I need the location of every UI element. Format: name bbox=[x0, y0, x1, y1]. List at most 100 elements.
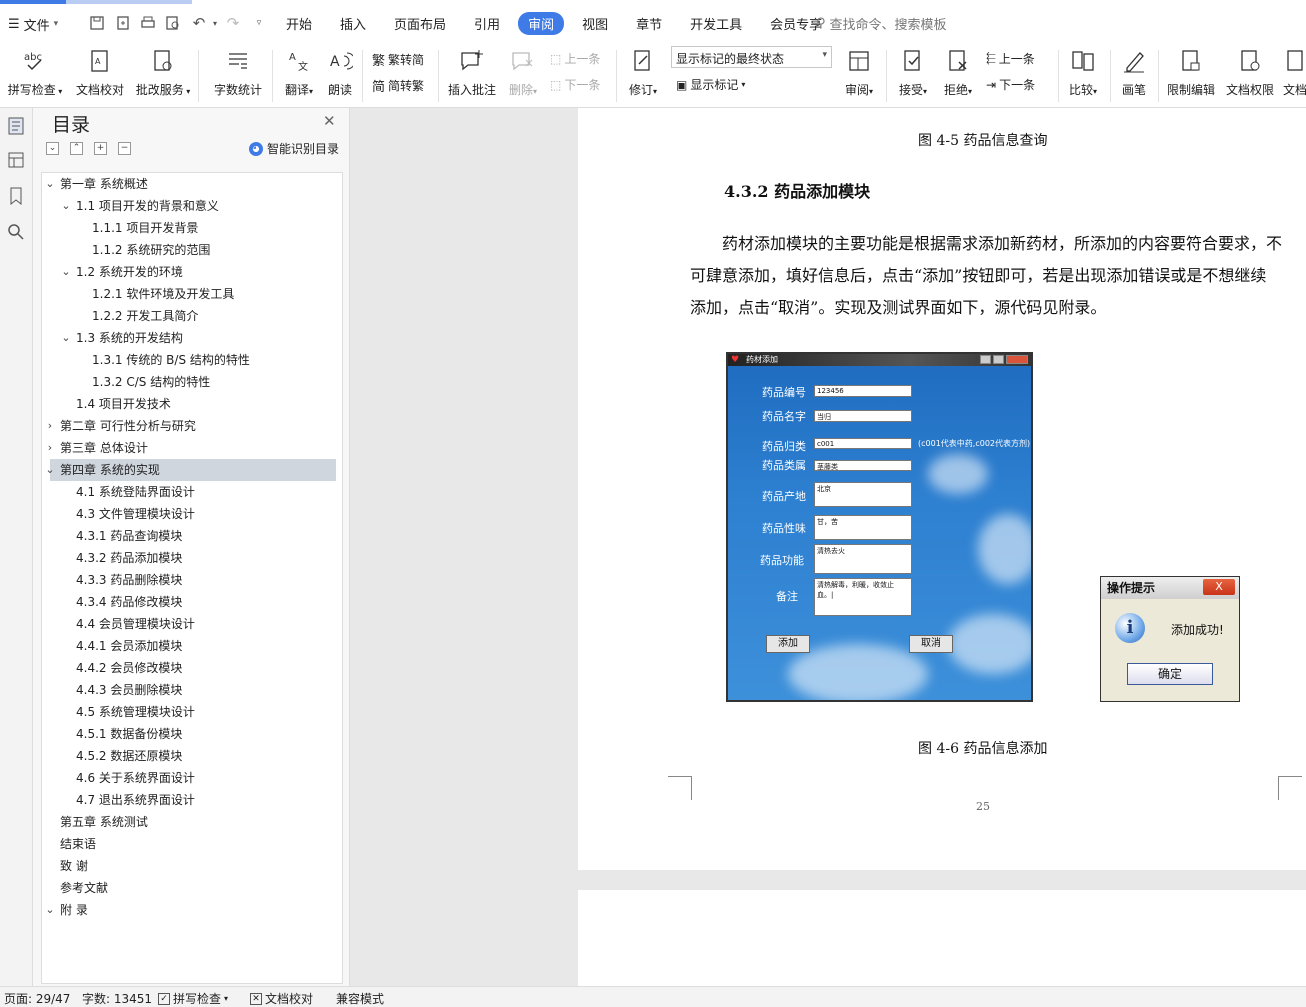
file-menu[interactable]: ☰ 文件 ▾ bbox=[8, 14, 58, 34]
simp-to-trad-button[interactable]: 简 简转繁 bbox=[372, 76, 424, 95]
toc-item[interactable]: 4.4.3 会员删除模块 bbox=[42, 679, 342, 701]
quick-access-more-icon[interactable]: ▿ bbox=[250, 14, 268, 32]
compare-button[interactable]: 比较▾ bbox=[1064, 46, 1102, 106]
revise-service-button[interactable]: 批改服务 ▾ bbox=[134, 46, 192, 106]
bookmark-icon[interactable] bbox=[6, 186, 26, 206]
toc-item[interactable]: 4.3.3 药品删除模块 bbox=[42, 569, 342, 591]
translate-button[interactable]: A文 翻译▾ bbox=[281, 46, 317, 106]
toc-item[interactable]: 4.7 退出系统界面设计 bbox=[42, 789, 342, 811]
toc-item[interactable]: 4.5.2 数据还原模块 bbox=[42, 745, 342, 767]
delete-comment-button[interactable]: 删除▾ bbox=[504, 46, 542, 106]
toc-item[interactable]: 4.6 关于系统界面设计 bbox=[42, 767, 342, 789]
export-pdf-icon[interactable] bbox=[114, 14, 132, 32]
chevron-down-icon[interactable]: ⌄ bbox=[44, 899, 56, 921]
tab-view[interactable]: 视图 bbox=[572, 12, 618, 35]
redo-icon[interactable]: ↷ bbox=[224, 14, 242, 32]
review-pane-button[interactable]: 审阅▾ bbox=[840, 46, 878, 106]
pen-button[interactable]: 画笔 bbox=[1118, 46, 1150, 106]
toc-item[interactable]: 4.5.1 数据备份模块 bbox=[42, 723, 342, 745]
toc-item[interactable]: › 第二章 可行性分析与研究 bbox=[42, 415, 342, 437]
page-indicator[interactable]: 页面: 29/47 bbox=[4, 990, 70, 1007]
print-icon[interactable] bbox=[139, 14, 157, 32]
command-search[interactable]: ⚲ 查找命令、搜索模板 bbox=[816, 14, 947, 33]
tab-review[interactable]: 审阅 bbox=[518, 11, 565, 35]
chevron-down-icon[interactable]: ⌄ bbox=[60, 327, 72, 349]
print-preview-icon[interactable] bbox=[164, 14, 182, 32]
tab-section[interactable]: 章节 bbox=[626, 12, 672, 35]
document-page[interactable]: 图 4-5 药品信息查询 4.3.2 药品添加模块 药材添加模块的主要功能是根据… bbox=[578, 108, 1306, 870]
close-icon[interactable]: ✕ bbox=[323, 112, 336, 130]
spell-check-button[interactable]: abc 拼写检查 ▾ bbox=[6, 46, 64, 106]
toc-item[interactable]: 1.1.2 系统研究的范围 bbox=[42, 239, 342, 261]
expand-up-icon[interactable]: ⌃ bbox=[70, 142, 83, 155]
insert-comment-button[interactable]: 插入批注 bbox=[446, 46, 498, 106]
tab-developer[interactable]: 开发工具 bbox=[680, 12, 752, 35]
toc-item[interactable]: ⌄ 1.1 项目开发的背景和意义 bbox=[42, 195, 342, 217]
toc-item[interactable]: 4.1 系统登陆界面设计 bbox=[42, 481, 342, 503]
smart-toc-button[interactable]: ◕ 智能识别目录 bbox=[249, 140, 339, 157]
next-change-button[interactable]: ⇥ 下一条 bbox=[986, 76, 1035, 93]
word-count-indicator[interactable]: 字数: 13451 bbox=[82, 990, 152, 1007]
toc-item[interactable]: 1.2.2 开发工具简介 bbox=[42, 305, 342, 327]
toc-item[interactable]: 1.3.2 C/S 结构的特性 bbox=[42, 371, 342, 393]
toc-item[interactable]: 4.3.2 药品添加模块 bbox=[42, 547, 342, 569]
undo-dropdown-icon[interactable]: ▾ bbox=[206, 14, 224, 32]
prev-change-button[interactable]: ⬱ 上一条 bbox=[986, 50, 1035, 67]
track-changes-button[interactable]: 修订▾ bbox=[624, 46, 662, 106]
add-heading-icon[interactable]: + bbox=[94, 142, 107, 155]
show-markup-button[interactable]: ▣ 显示标记 ▾ bbox=[676, 76, 745, 93]
toc-item[interactable]: ⌄ 1.2 系统开发的环境 bbox=[42, 261, 342, 283]
save-icon[interactable] bbox=[88, 14, 106, 32]
toc-item[interactable]: 1.3.1 传统的 B/S 结构的特性 bbox=[42, 349, 342, 371]
doc-proof-button[interactable]: A 文档校对 bbox=[74, 46, 126, 106]
document-page[interactable] bbox=[578, 890, 1306, 986]
toc-item[interactable]: 4.4.1 会员添加模块 bbox=[42, 635, 342, 657]
word-count-button[interactable]: 字数统计 bbox=[212, 46, 264, 106]
toc-item[interactable]: 4.3.4 药品修改模块 bbox=[42, 591, 342, 613]
prev-comment-button[interactable]: ⬚ 上一条 bbox=[550, 50, 600, 67]
toc-item[interactable]: 1.2.1 软件环境及开发工具 bbox=[42, 283, 342, 305]
chapter-nav-icon[interactable] bbox=[6, 150, 26, 170]
toc-item[interactable]: › 第三章 总体设计 bbox=[42, 437, 342, 459]
collapse-all-icon[interactable]: ⌄ bbox=[46, 142, 59, 155]
chevron-right-icon[interactable]: › bbox=[44, 415, 56, 437]
toc-item[interactable]: 4.5 系统管理模块设计 bbox=[42, 701, 342, 723]
toc-icon[interactable] bbox=[6, 116, 26, 136]
accept-change-button[interactable]: 接受▾ bbox=[894, 46, 932, 106]
markup-display-select[interactable]: 显示标记的最终状态 ▾ bbox=[671, 46, 832, 68]
chevron-down-icon[interactable]: ⌄ bbox=[60, 195, 72, 217]
tab-references[interactable]: 引用 bbox=[464, 12, 510, 35]
toc-item[interactable]: 结束语 bbox=[42, 833, 342, 855]
document-area[interactable]: 图 4-5 药品信息查询 4.3.2 药品添加模块 药材添加模块的主要功能是根据… bbox=[350, 108, 1306, 986]
toc-item[interactable]: 1.1.1 项目开发背景 bbox=[42, 217, 342, 239]
restrict-edit-button[interactable]: 限制编辑 bbox=[1166, 46, 1216, 106]
tab-page-layout[interactable]: 页面布局 bbox=[384, 12, 456, 35]
toc-item[interactable]: 4.4.2 会员修改模块 bbox=[42, 657, 342, 679]
toc-item[interactable]: 4.4 会员管理模块设计 bbox=[42, 613, 342, 635]
remove-heading-icon[interactable]: − bbox=[118, 142, 131, 155]
reject-change-button[interactable]: 拒绝▾ bbox=[940, 46, 976, 106]
search-icon[interactable] bbox=[6, 222, 26, 242]
toc-item[interactable]: ⌄ 附 录 bbox=[42, 899, 342, 921]
trad-to-simp-button[interactable]: 繁 繁转简 bbox=[372, 50, 424, 69]
next-comment-button[interactable]: ⬚ 下一条 bbox=[550, 76, 600, 93]
chevron-down-icon[interactable]: ⌄ bbox=[44, 459, 56, 481]
toc-item[interactable]: 致 谢 bbox=[42, 855, 342, 877]
toc-item[interactable]: 第五章 系统测试 bbox=[42, 811, 342, 833]
read-aloud-button[interactable]: A 朗读 bbox=[325, 46, 355, 106]
chevron-right-icon[interactable]: › bbox=[44, 437, 56, 459]
status-doc-proof[interactable]: ✕ 文档校对 bbox=[250, 990, 313, 1007]
toc-item[interactable]: 1.4 项目开发技术 bbox=[42, 393, 342, 415]
toc-item[interactable]: 参考文献 bbox=[42, 877, 342, 899]
toc-item[interactable]: 4.3 文件管理模块设计 bbox=[42, 503, 342, 525]
status-spell-check[interactable]: ✓ 拼写检查 ▾ bbox=[158, 990, 228, 1007]
chevron-down-icon[interactable]: ⌄ bbox=[60, 261, 72, 283]
toc-item[interactable]: 4.3.1 药品查询模块 bbox=[42, 525, 342, 547]
chevron-down-icon[interactable]: ⌄ bbox=[44, 173, 56, 195]
toc-item[interactable]: ⌄ 第一章 系统概述 bbox=[42, 173, 342, 195]
tab-home[interactable]: 开始 bbox=[276, 12, 322, 35]
doc-permission-button[interactable]: 文档权限 bbox=[1224, 46, 1276, 106]
toc-item[interactable]: ⌄ 第四章 系统的实现 bbox=[45, 459, 336, 481]
tab-insert[interactable]: 插入 bbox=[330, 12, 376, 35]
doc-more-button[interactable]: 文档 bbox=[1283, 46, 1306, 106]
